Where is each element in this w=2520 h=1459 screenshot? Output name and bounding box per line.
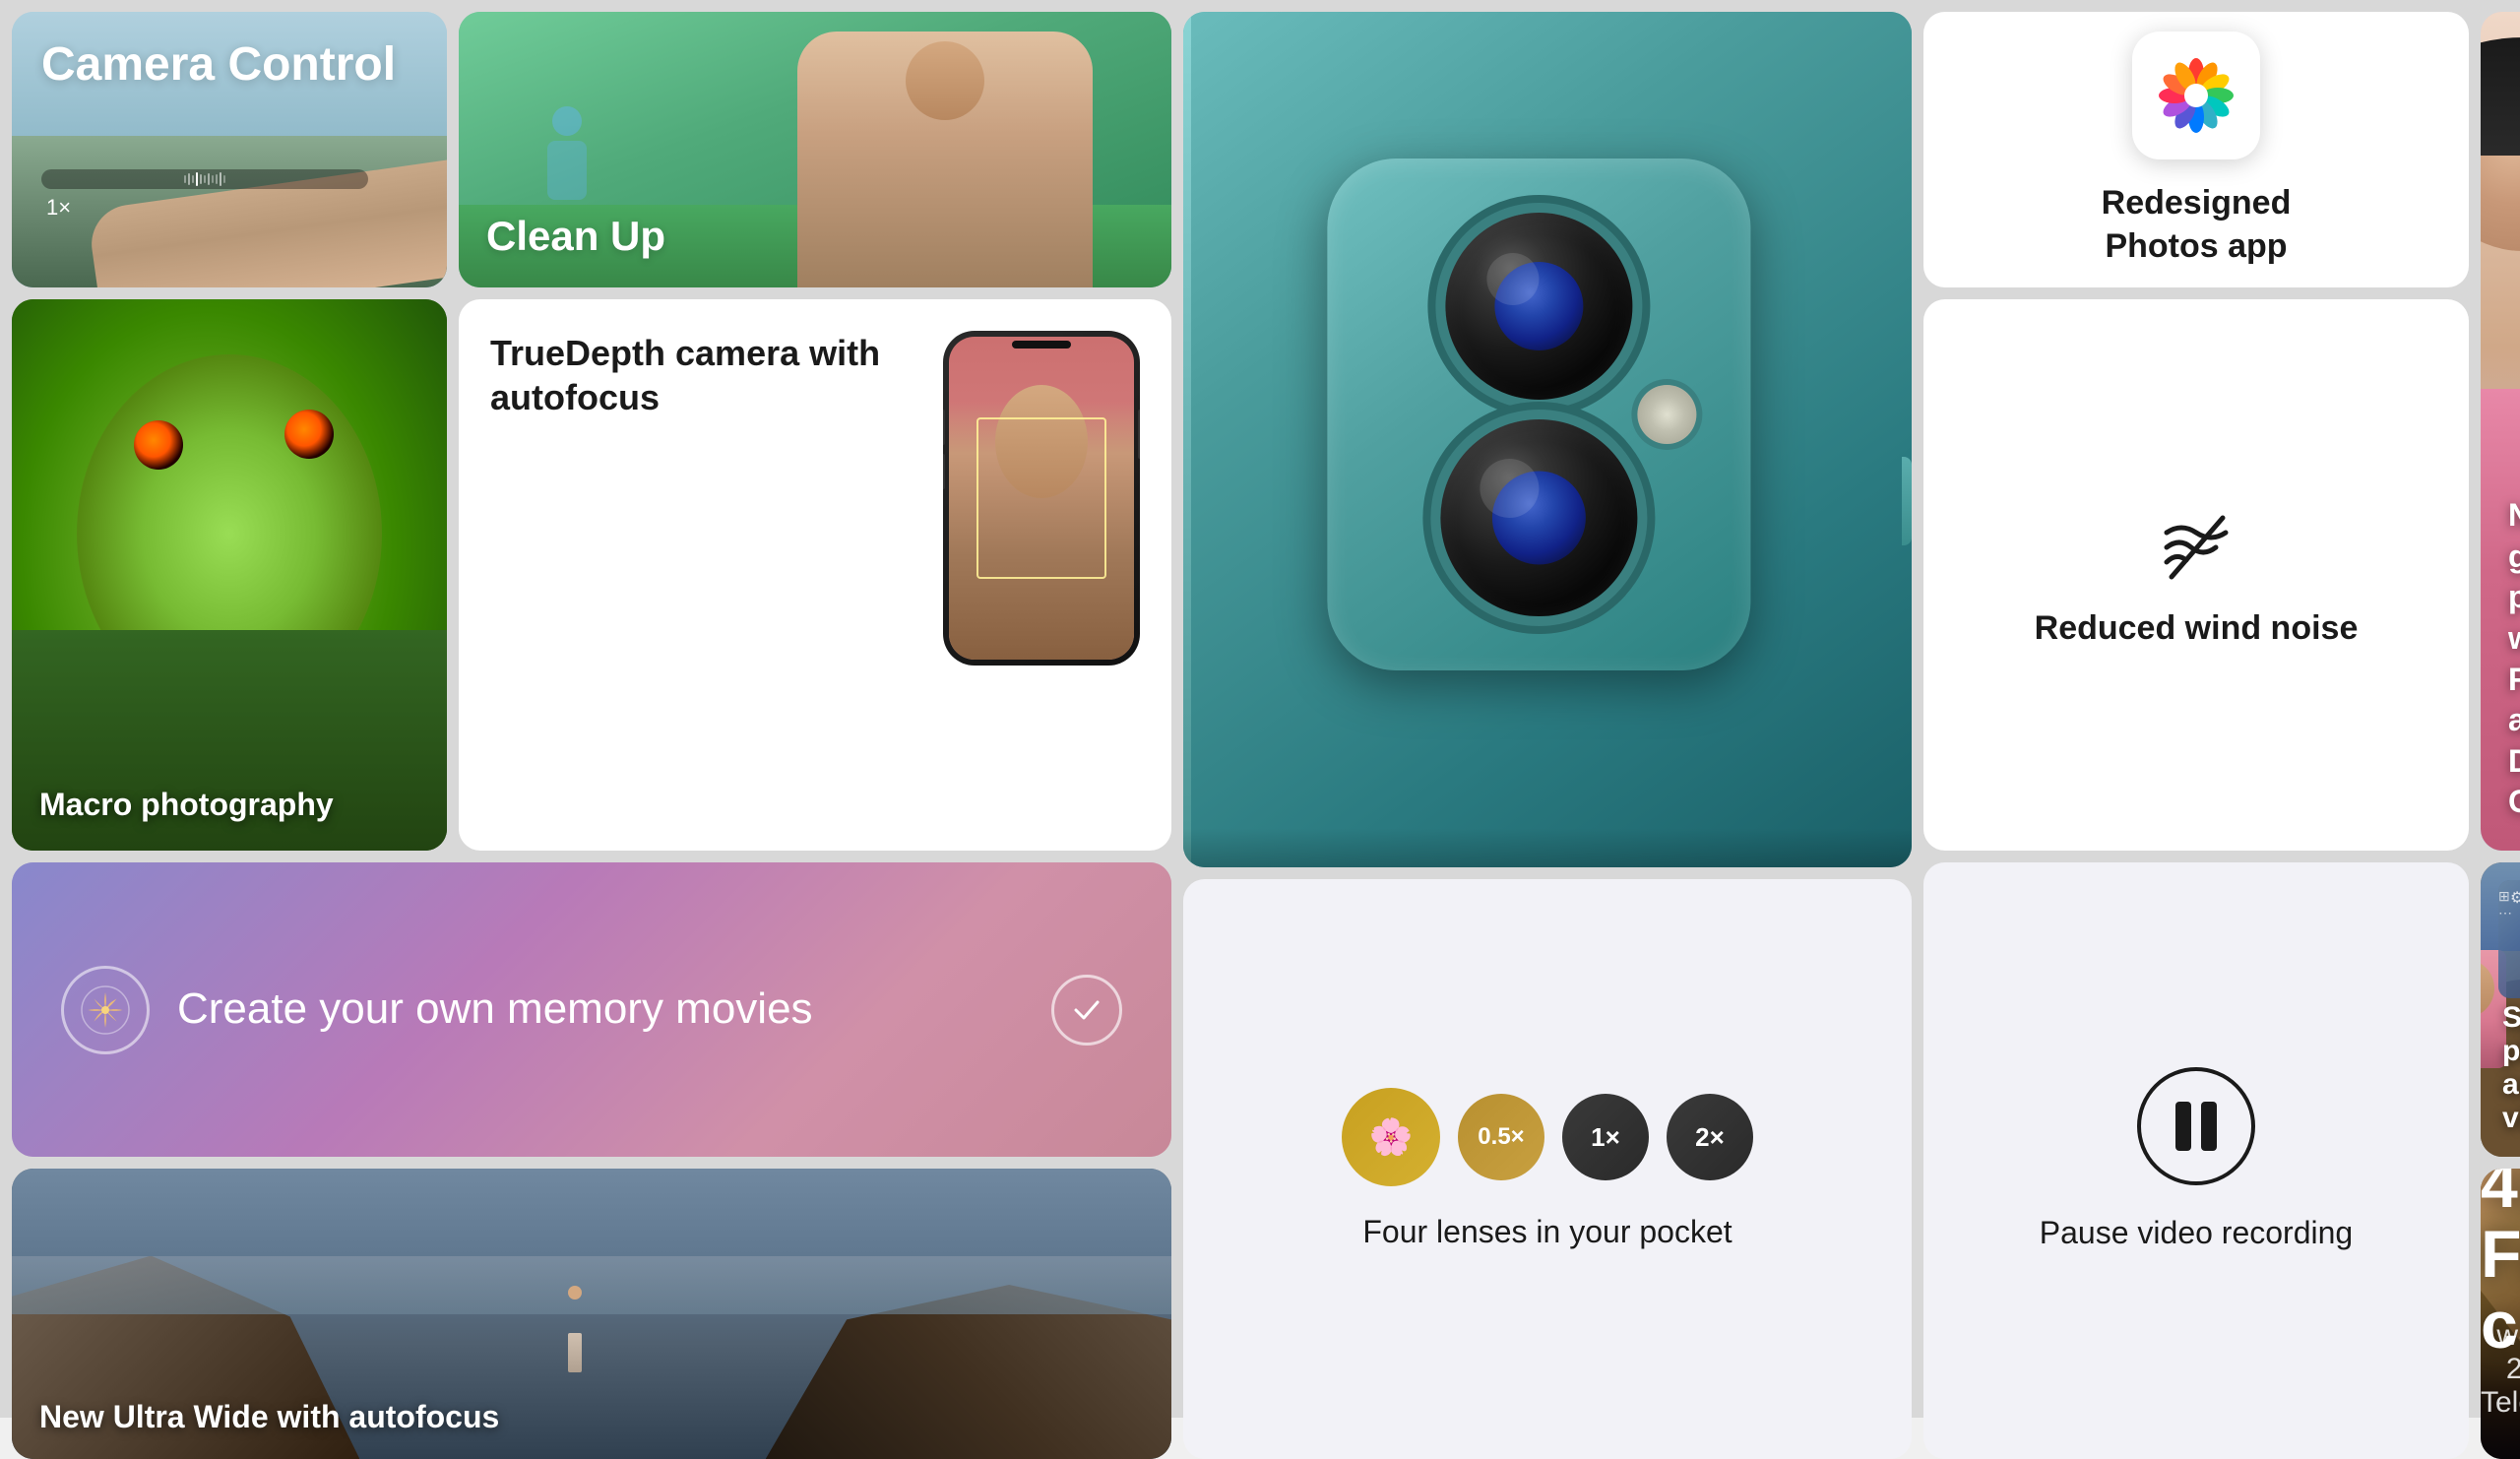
- next-portraits-cell: Next-generation portraits with Focus and…: [2481, 12, 2520, 851]
- wind-noise-cell: Reduced wind noise: [1923, 299, 2469, 851]
- photos-app-icon: [2132, 32, 2260, 159]
- zoom-label: 1×: [46, 195, 71, 220]
- lens-buttons-row: 🌸 0.5× 1× 2×: [1342, 1088, 1753, 1186]
- memory-input-text: Create your own memory movies: [177, 983, 1024, 1036]
- spatial-cell: ⚙ ⊞ ⋯ Spatial photos and videos: [2481, 862, 2520, 1157]
- next-portraits-title: Next-generation portraits with Focus and…: [2508, 495, 2520, 823]
- fusion-cell: 48MP Fusion camera with 2× Telephoto: [2481, 1169, 2520, 1459]
- photos-app-title: Redesigned Photos app: [2102, 181, 2292, 268]
- four-lenses-cell: 🌸 0.5× 1× 2× Four lenses in your pocket: [1183, 879, 1912, 1459]
- lens-macro-button[interactable]: 🌸: [1342, 1088, 1440, 1186]
- truedepth-cell: TrueDepth camera with autofocus: [459, 299, 1171, 851]
- photos-app-cell: Redesigned Photos app: [1923, 12, 2469, 287]
- memory-movies-cell: Create your own memory movies: [12, 862, 1171, 1157]
- photos-logo: [2147, 46, 2245, 145]
- lens-2x-button[interactable]: 2×: [1667, 1094, 1753, 1180]
- spatial-title: Spatial photos and videos: [2502, 1001, 2520, 1135]
- truedepth-title: TrueDepth camera with autofocus: [490, 331, 919, 419]
- pause-button[interactable]: [2137, 1067, 2255, 1185]
- camera-control-title: Camera Control: [41, 39, 427, 92]
- ultra-wide-cell: New Ultra Wide with autofocus: [12, 1169, 1171, 1459]
- memory-check[interactable]: [1051, 975, 1122, 1046]
- macro-cell: Macro photography: [12, 299, 447, 851]
- clean-up-cell: Clean Up: [459, 12, 1171, 287]
- lens-1x-button[interactable]: 1×: [1562, 1094, 1649, 1180]
- camera-control-cell: 1× Camera Control: [12, 12, 447, 287]
- pause-video-cell: Pause video recording: [1923, 862, 2469, 1459]
- pause-video-title: Pause video recording: [2040, 1213, 2353, 1254]
- memory-icon: [61, 966, 150, 1054]
- main-camera-cell: [1183, 12, 1912, 867]
- clean-up-title: Clean Up: [486, 213, 665, 260]
- wind-noise-title: Reduced wind noise: [2035, 609, 2359, 648]
- four-lenses-title: Four lenses in your pocket: [1362, 1214, 1732, 1250]
- fusion-subtitle: with 2× Telephoto: [2481, 1319, 2520, 1420]
- lens-05-button[interactable]: 0.5×: [1458, 1094, 1544, 1180]
- macro-title: Macro photography: [39, 787, 334, 823]
- wind-noise-icon: [2152, 503, 2240, 592]
- truedepth-phone: [943, 331, 1140, 666]
